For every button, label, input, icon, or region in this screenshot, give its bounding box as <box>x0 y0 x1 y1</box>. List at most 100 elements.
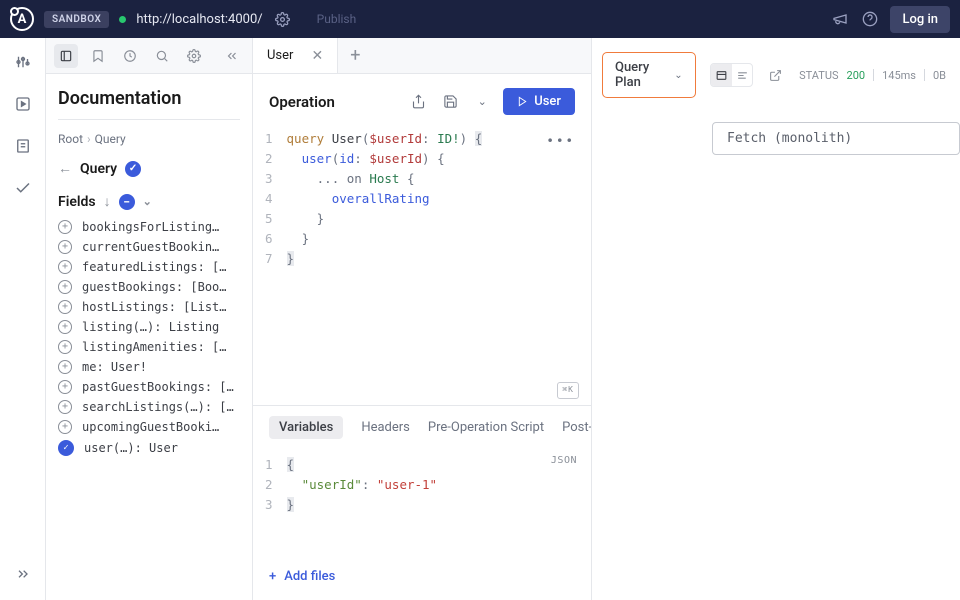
checks-icon[interactable] <box>9 174 37 202</box>
share-icon[interactable] <box>407 91 429 113</box>
expand-rail-icon[interactable] <box>9 560 37 588</box>
plus-circle-icon[interactable]: + <box>58 380 72 394</box>
field-label: me: User! <box>82 360 147 374</box>
field-item[interactable]: +listingAmenities: [… <box>58 340 240 354</box>
bookmark-icon[interactable] <box>86 44 110 68</box>
add-files-button[interactable]: + Add files <box>253 559 591 600</box>
login-button[interactable]: Log in <box>890 6 950 33</box>
operation-editor[interactable]: 1234567 query User($userId: ID!) { user(… <box>253 129 591 405</box>
field-label: guestBookings: [Boo… <box>82 280 227 294</box>
response-time: 145ms <box>882 69 916 82</box>
sort-down-icon[interactable]: ↓ <box>104 193 111 210</box>
tab-headers[interactable]: Headers <box>361 420 410 435</box>
query-plan-button[interactable]: Query Plan ⌄ <box>602 52 696 98</box>
plus-circle-icon[interactable]: + <box>58 240 72 254</box>
field-label: pastGuestBookings: [… <box>82 380 234 394</box>
back-arrow-icon[interactable]: ← <box>58 160 72 177</box>
more-options-icon[interactable]: ••• <box>546 131 575 151</box>
chevron-down-icon[interactable]: ⌄ <box>471 91 493 113</box>
tabs-bar: User ✕ + <box>253 38 591 74</box>
run-button[interactable]: User <box>503 88 575 115</box>
response-panel: Query Plan ⌄ STATUS 200 145ms 0B Fetch (… <box>592 38 960 600</box>
query-plan-label: Query Plan <box>615 60 668 90</box>
divider <box>58 119 240 120</box>
tab-label: User <box>267 48 293 63</box>
check-badge-icon[interactable]: ✓ <box>125 161 141 177</box>
view-chart-icon[interactable] <box>711 64 732 86</box>
variables-editor[interactable]: 123 { "userId": "user-1" } JSON <box>253 449 591 559</box>
tab-post-script[interactable]: Post-Oper <box>562 420 591 435</box>
open-external-icon[interactable] <box>767 66 783 84</box>
code-content[interactable]: query User($userId: ID!) { user(id: $use… <box>287 129 483 393</box>
search-icon[interactable] <box>150 44 174 68</box>
endpoint-url[interactable]: http://localhost:4000/ <box>136 12 262 27</box>
history-icon[interactable] <box>118 44 142 68</box>
chevron-down-icon: ⌄ <box>674 70 682 81</box>
field-label: bookingsForListing… <box>82 220 219 234</box>
lower-tabs: Variables Headers Pre-Operation Script P… <box>253 405 591 449</box>
chevron-down-icon[interactable]: ⌄ <box>143 195 152 208</box>
json-label: JSON <box>551 453 577 469</box>
field-item[interactable]: + me: User! <box>58 360 240 374</box>
sandbox-badge: SANDBOX <box>44 11 109 28</box>
field-item[interactable]: + featuredListings: [… <box>58 260 240 274</box>
publish-button[interactable]: Publish <box>307 8 367 30</box>
response-size: 0B <box>933 69 946 82</box>
field-item[interactable]: + bookingsForListing… <box>58 220 240 234</box>
help-icon[interactable] <box>860 9 880 29</box>
play-icon[interactable] <box>9 90 37 118</box>
plus-circle-icon[interactable]: + <box>58 360 72 374</box>
line-gutter: 1234567 <box>265 129 287 393</box>
tab-user[interactable]: User ✕ <box>253 38 338 73</box>
deselect-all-icon[interactable]: − <box>119 194 135 210</box>
field-label: hostListings: [List… <box>82 300 227 314</box>
field-item[interactable]: + pastGuestBookings: [… <box>58 380 240 394</box>
docs-view-icon[interactable] <box>54 44 78 68</box>
plus-circle-icon[interactable]: + <box>58 280 72 294</box>
breadcrumb[interactable]: Root›Query <box>58 132 240 146</box>
announcement-icon[interactable] <box>830 9 850 29</box>
breadcrumb-root[interactable]: Root <box>58 132 83 146</box>
field-item[interactable]: + upcomingGuestBooki… <box>58 420 240 434</box>
save-icon[interactable] <box>439 91 461 113</box>
doc-toolbar <box>46 38 252 74</box>
fetch-node[interactable]: Fetch (monolith) <box>712 122 960 155</box>
field-item[interactable]: ✓ user(…): User <box>58 440 240 456</box>
field-label: user(…): User <box>84 441 178 455</box>
tab-pre-script[interactable]: Pre-Operation Script <box>428 420 544 435</box>
field-item[interactable]: + searchListings(…): [… <box>58 400 240 414</box>
variables-content[interactable]: { "userId": "user-1" } <box>287 455 438 553</box>
explorer-icon[interactable] <box>9 48 37 76</box>
collapse-panel-icon[interactable] <box>220 44 244 68</box>
line-gutter: 123 <box>265 455 287 553</box>
plus-icon: + <box>269 569 276 584</box>
apollo-logo[interactable]: A <box>10 7 34 31</box>
check-icon[interactable]: ✓ <box>58 440 74 456</box>
plus-circle-icon[interactable]: + <box>58 320 72 334</box>
add-tab-button[interactable]: + <box>338 45 372 66</box>
field-label: listing(…): Listing <box>82 320 219 334</box>
field-item[interactable]: +currentGuestBookin… <box>58 240 240 254</box>
plus-circle-icon[interactable]: + <box>58 400 72 414</box>
field-label: searchListings(…): [… <box>82 400 234 414</box>
field-item[interactable]: + listing(…): Listing <box>58 320 240 334</box>
status-label: STATUS <box>799 69 838 82</box>
close-tab-icon[interactable]: ✕ <box>311 48 323 64</box>
gear-icon[interactable] <box>182 44 206 68</box>
plus-circle-icon[interactable]: + <box>58 340 72 354</box>
field-list: + bookingsForListing… +currentGuestBookin…… <box>58 220 240 456</box>
field-item[interactable]: + hostListings: [List… <box>58 300 240 314</box>
view-text-icon[interactable] <box>732 64 753 86</box>
plus-circle-icon[interactable]: + <box>58 220 72 234</box>
plus-circle-icon[interactable]: + <box>58 420 72 434</box>
status-code: 200 <box>847 69 866 82</box>
field-item[interactable]: + guestBookings: [Boo… <box>58 280 240 294</box>
plus-circle-icon[interactable]: + <box>58 260 72 274</box>
tab-variables[interactable]: Variables <box>269 416 343 439</box>
field-label: upcomingGuestBooki… <box>82 420 219 434</box>
field-label: featuredListings: [… <box>82 260 227 274</box>
plus-circle-icon[interactable]: + <box>58 300 72 314</box>
settings-gear-icon[interactable] <box>273 9 293 29</box>
operation-title: Operation <box>269 93 397 111</box>
schema-icon[interactable] <box>9 132 37 160</box>
